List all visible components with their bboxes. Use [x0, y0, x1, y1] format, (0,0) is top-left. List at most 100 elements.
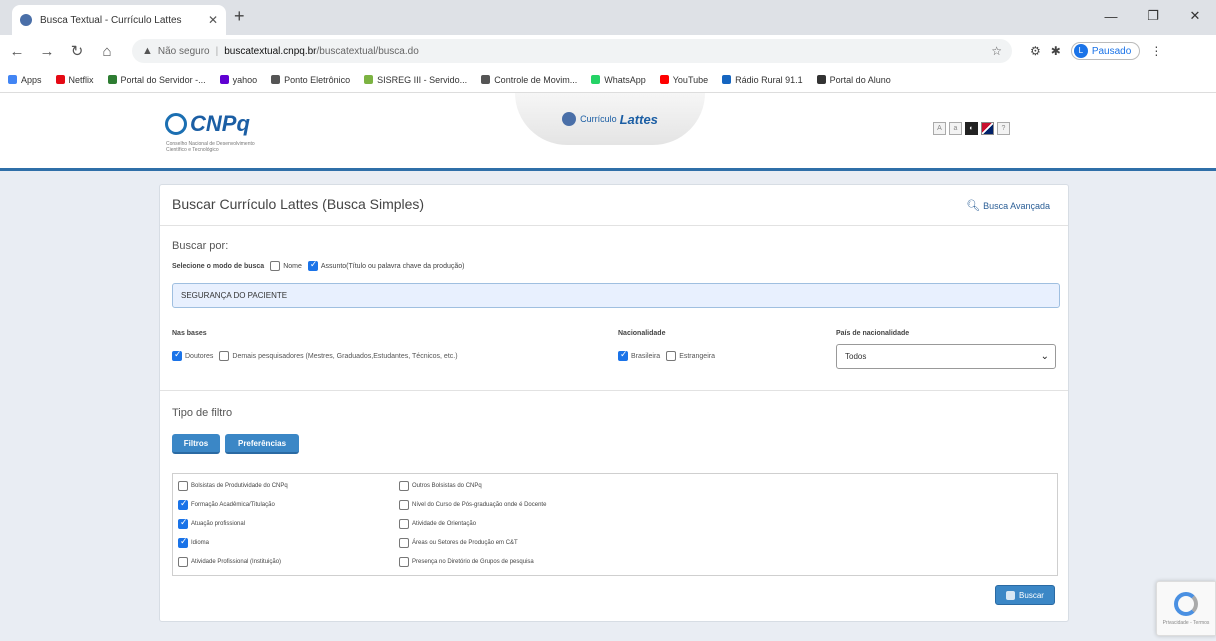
search-card: Buscar Currículo Lattes (Busca Simples) … — [159, 184, 1069, 622]
filters-button[interactable]: Filtros — [172, 434, 220, 454]
bases-row: Doutores Demais pesquisadores (Mestres, … — [172, 349, 464, 361]
bookmark-item[interactable]: SISREG III - Servido... — [364, 75, 467, 85]
base-demais-checkbox[interactable] — [219, 351, 230, 361]
bookmark-item[interactable]: yahoo — [219, 75, 257, 85]
cnpq-mark-icon — [165, 113, 187, 135]
search-by-label: Buscar por: — [172, 240, 229, 252]
filter-option[interactable]: Áreas ou Setores de Produção em C&T — [399, 538, 518, 548]
filter-option[interactable]: Bolsistas de Produtividade do CNPq — [178, 481, 288, 491]
filter-checkbox[interactable] — [178, 498, 188, 510]
lattes-small: Currículo — [580, 114, 617, 124]
nac-estrangeira-checkbox[interactable] — [666, 351, 677, 361]
country-select[interactable]: Todos ⌄ — [836, 344, 1056, 369]
base-doutores-option[interactable]: Doutores — [172, 349, 214, 361]
bookmark-icon — [659, 75, 669, 84]
security-label: Não seguro — [157, 45, 210, 57]
bookmark-item[interactable]: WhatsApp — [591, 75, 646, 85]
toolbar-icons: ⚙ ✱ L Pausado ⋮ — [1030, 42, 1162, 60]
bookmark-icon — [481, 75, 491, 84]
new-tab-icon[interactable]: + — [234, 6, 245, 27]
bookmark-label: Ponto Eletrônico — [284, 74, 351, 85]
country-label: País de nacionalidade — [836, 330, 910, 337]
bookmark-icon — [722, 75, 732, 84]
home-icon[interactable]: ⌂ — [94, 43, 120, 60]
nac-brasileira-option[interactable]: Brasileira — [618, 349, 660, 361]
filter-checkbox[interactable] — [399, 500, 409, 510]
mode-assunto-option[interactable]: Assunto(Título ou palavra chave da produ… — [307, 259, 464, 271]
filter-checkbox[interactable] — [399, 557, 409, 567]
lattes-logo[interactable]: Currículo Lattes — [515, 93, 705, 145]
cnpq-subtitle: Conselho Nacional de Desenvolvimento Cie… — [166, 141, 255, 153]
preferences-button[interactable]: Preferências — [225, 434, 299, 454]
base-doutores-checkbox[interactable] — [172, 349, 182, 361]
font-reduce-icon[interactable]: a — [949, 122, 962, 135]
advanced-search-link[interactable]: 🔍︎ Busca Avançada — [966, 199, 1050, 212]
recaptcha-text: Privacidade - Termos — [1162, 619, 1210, 626]
bookmark-label: SISREG III - Servido... — [377, 74, 468, 85]
cnpq-logo[interactable]: CNPq — [165, 111, 250, 137]
bookmark-icon — [55, 75, 65, 84]
divider — [160, 225, 1068, 226]
bookmark-item[interactable]: Netflix — [55, 74, 94, 85]
mode-assunto-checkbox[interactable] — [307, 259, 318, 271]
address-bar[interactable]: ▲ Não seguro | buscatextual.cnpq.br /bus… — [132, 39, 1012, 63]
filter-checkbox[interactable] — [399, 538, 409, 548]
accessibility-icons: A a ◐ ? — [933, 122, 1010, 135]
bookmark-icon — [364, 75, 374, 84]
back-icon[interactable]: ← — [4, 43, 30, 60]
minimize-icon[interactable]: — — [1090, 0, 1132, 32]
filter-option[interactable]: Presença no Diretório de Grupos de pesqu… — [399, 557, 534, 567]
profile-button[interactable]: L Pausado — [1070, 42, 1141, 60]
search-button[interactable]: Buscar — [995, 585, 1055, 605]
recaptcha-badge[interactable]: Privacidade - Termos — [1156, 581, 1216, 636]
filter-label: Atividade Profissional (Instituição) — [191, 559, 282, 565]
forward-icon[interactable]: → — [34, 43, 60, 60]
bookmark-item[interactable]: Ponto Eletrônico — [271, 75, 350, 85]
help-icon[interactable]: ? — [997, 122, 1010, 135]
filter-checkbox[interactable] — [178, 536, 188, 548]
filter-checkbox[interactable] — [399, 481, 409, 491]
filter-option[interactable]: Atividade Profissional (Instituição) — [178, 557, 281, 567]
filter-option[interactable]: Idioma — [178, 536, 209, 548]
font-size-icon[interactable]: A — [933, 122, 946, 135]
puzzle-icon[interactable]: ✱ — [1051, 44, 1061, 58]
bookmark-label: Netflix — [68, 74, 94, 85]
english-flag-icon[interactable] — [981, 122, 994, 135]
extension-icon[interactable]: ⚙ — [1030, 44, 1041, 58]
filter-checkbox[interactable] — [178, 557, 188, 567]
mode-nome-option[interactable]: Nome — [270, 261, 302, 271]
filter-option[interactable]: Outros Bolsistas do CNPq — [399, 481, 482, 491]
filter-checkbox[interactable] — [399, 519, 409, 529]
filter-option[interactable]: Nível do Curso de Pós-graduação onde é D… — [399, 500, 546, 510]
bookmark-item[interactable]: Rádio Rural 91.1 — [722, 75, 803, 85]
filter-checkbox[interactable] — [178, 481, 188, 491]
filter-option[interactable]: Atuação profissional — [178, 517, 245, 529]
close-tab-icon[interactable]: ✕ — [208, 13, 218, 27]
close-window-icon[interactable]: ✕ — [1174, 0, 1216, 32]
filter-option[interactable]: Formação Acadêmica/Titulação — [178, 498, 275, 510]
nac-estrangeira-option[interactable]: Estrangeira — [666, 351, 715, 361]
divider — [160, 390, 1068, 391]
browser-tab[interactable]: Busca Textual - Currículo Lattes ✕ — [12, 5, 226, 35]
base-doutores-label: Doutores — [185, 352, 214, 360]
bookmark-icon — [591, 75, 601, 84]
bookmark-item[interactable]: YouTube — [659, 75, 708, 85]
bases-label: Nas bases — [172, 330, 207, 337]
contrast-icon[interactable]: ◐ — [965, 122, 978, 135]
lattes-icon — [562, 112, 577, 126]
bookmark-icon — [8, 75, 17, 84]
bookmark-item[interactable]: Apps — [8, 75, 42, 85]
bookmark-item[interactable]: Portal do Servidor -... — [107, 75, 206, 85]
filter-checkbox[interactable] — [178, 517, 188, 529]
mode-nome-checkbox[interactable] — [270, 261, 281, 271]
restore-icon[interactable]: ❐ — [1132, 0, 1174, 32]
base-demais-option[interactable]: Demais pesquisadores (Mestres, Graduados… — [219, 351, 458, 361]
bookmark-star-icon[interactable]: ☆ — [991, 44, 1002, 58]
nac-brasileira-checkbox[interactable] — [618, 349, 628, 361]
bookmark-item[interactable]: Controle de Movim... — [481, 75, 577, 85]
menu-icon[interactable]: ⋮ — [1150, 44, 1162, 58]
search-input[interactable]: SEGURANÇA DO PACIENTE — [172, 283, 1060, 308]
filter-option[interactable]: Atividade de Orientação — [399, 519, 476, 529]
bookmark-item[interactable]: Portal do Aluno — [816, 75, 891, 85]
reload-icon[interactable]: ↻ — [64, 42, 90, 60]
